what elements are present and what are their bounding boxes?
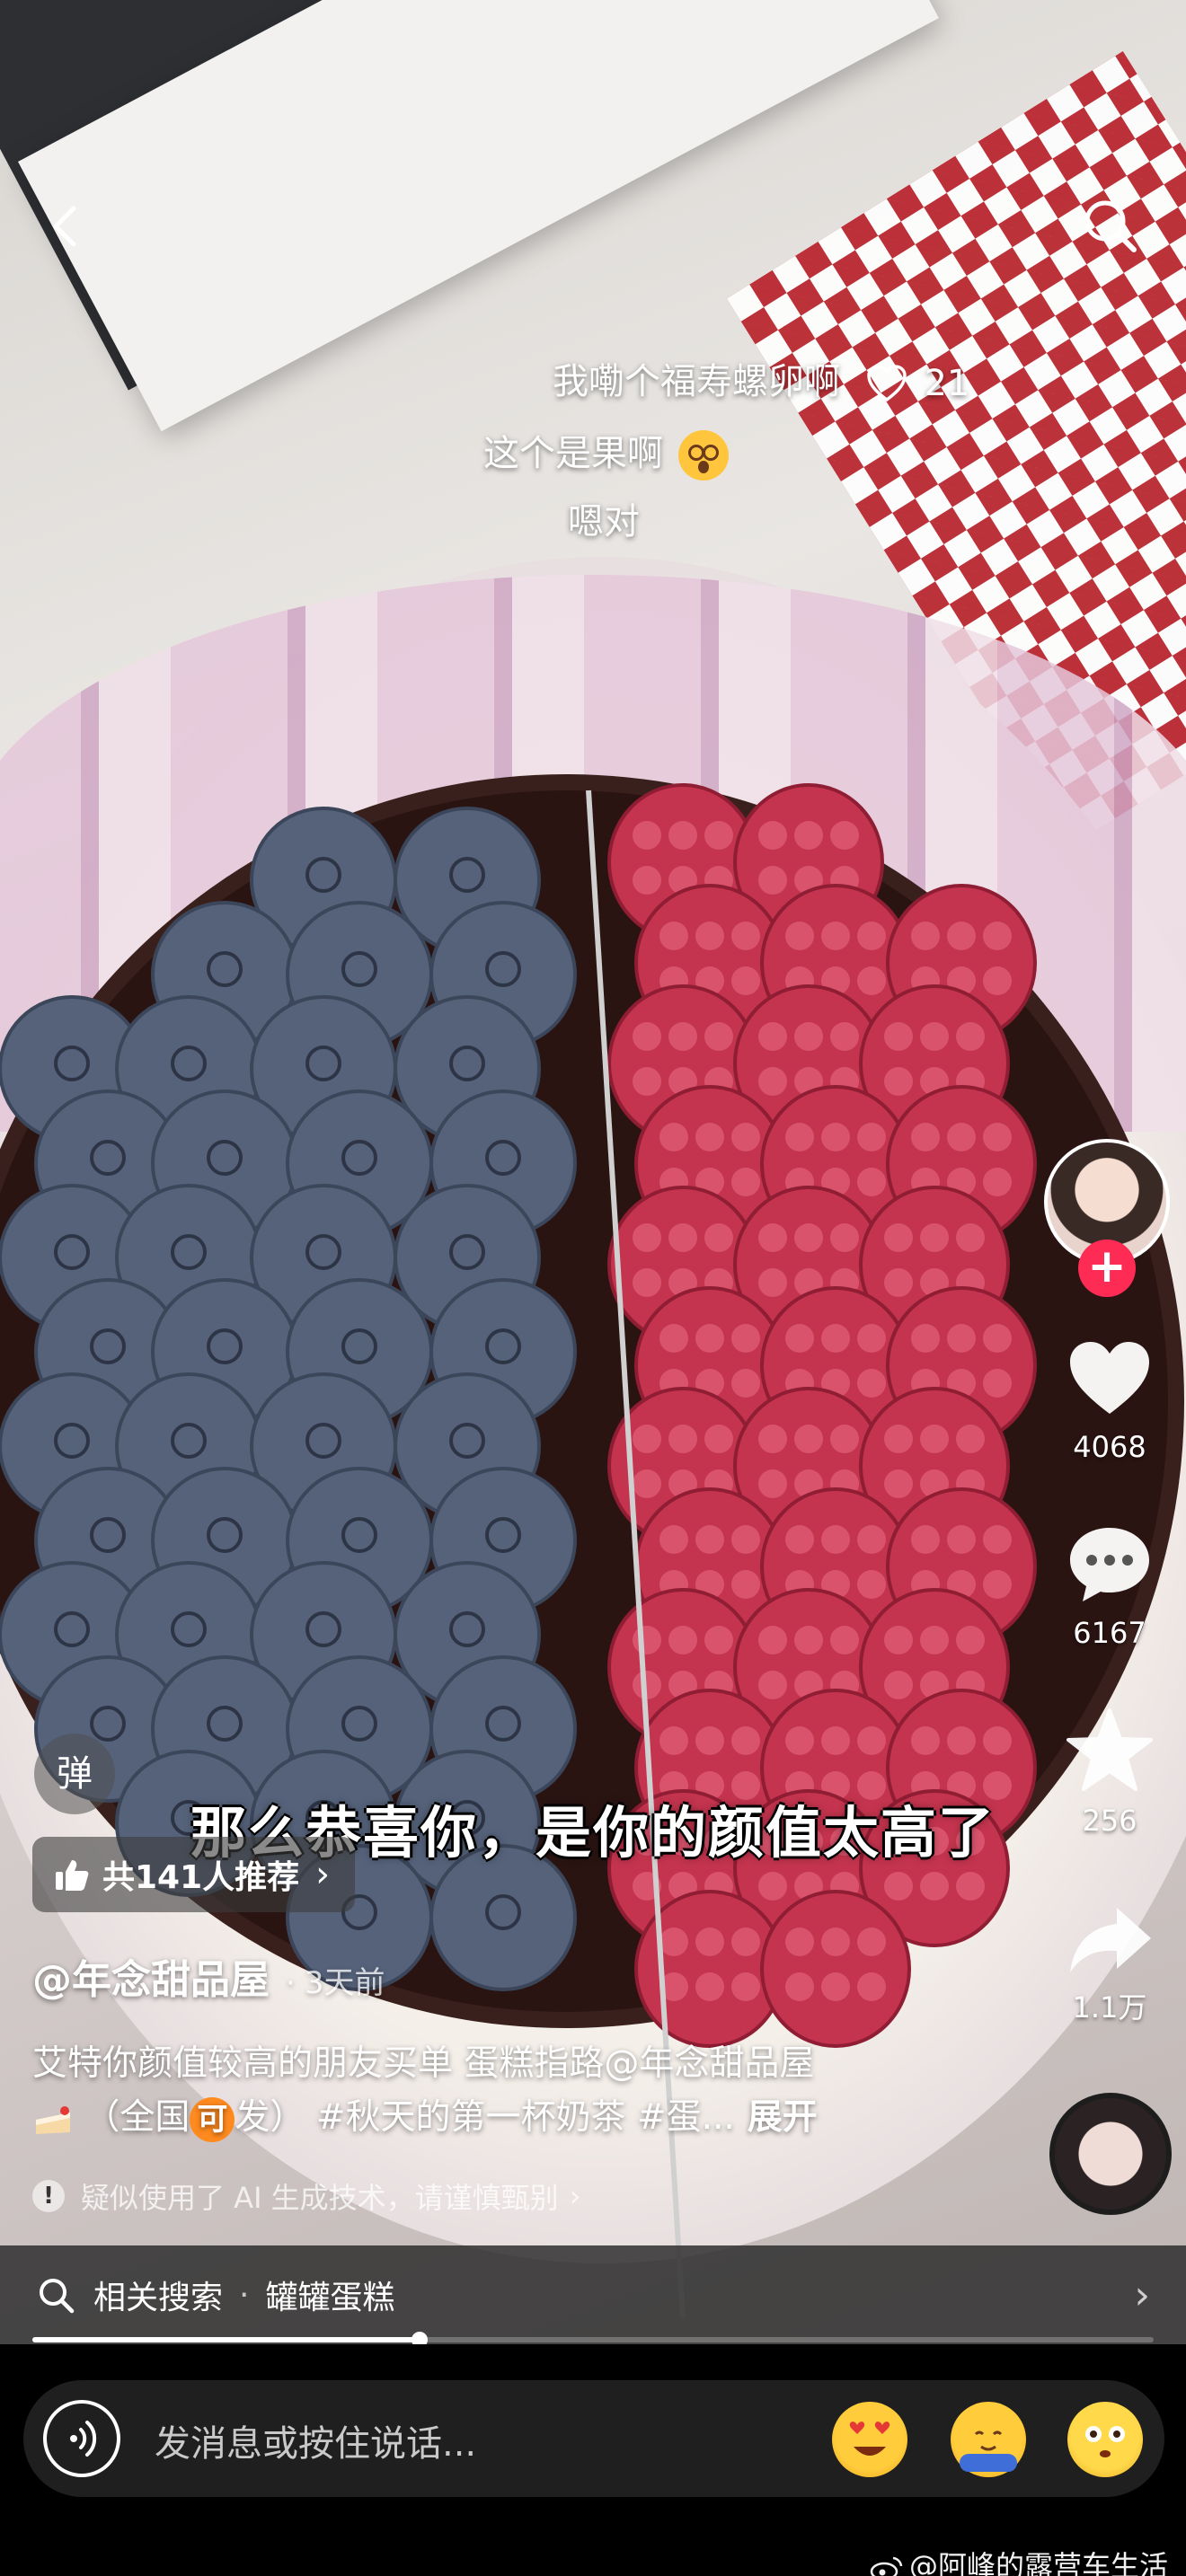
voice-icon: [47, 2404, 117, 2474]
thumb-up-icon: [54, 1857, 90, 1892]
hug-emoji-button[interactable]: [951, 2402, 1026, 2477]
danmaku-comment[interactable]: 我嘞个福寿螺卵啊 21: [553, 352, 969, 404]
related-search-bar[interactable]: 相关搜索 · 罐罐蛋糕 ›: [0, 2245, 1186, 2344]
danmaku-text: 我嘞个福寿螺卵啊: [553, 361, 840, 402]
follow-plus-button[interactable]: +: [1078, 1239, 1136, 1297]
like-button[interactable]: 4068: [1042, 1338, 1177, 1464]
danmaku-comment[interactable]: 嗯对: [568, 492, 640, 544]
info-icon: !: [32, 2180, 65, 2212]
expand-button[interactable]: 展开: [748, 2097, 818, 2138]
heart-eyes-emoji-icon: [832, 2402, 907, 2477]
heart-eyes-emoji-button[interactable]: [832, 2402, 907, 2477]
separator-dot: ·: [286, 1965, 296, 2001]
related-search-query: 罐罐蛋糕: [265, 2272, 394, 2318]
danmaku-comment[interactable]: 这个是果啊: [483, 424, 729, 481]
search-icon: [36, 2275, 75, 2315]
comment-icon: [1065, 1522, 1155, 1605]
chevron-right-icon: ›: [1134, 2272, 1150, 2318]
ke-badge-icon: 可: [190, 2097, 235, 2142]
watermark-text: @阿峰的露营车生活: [909, 2549, 1168, 2576]
bottom-input-area: 发消息或按住说话...: [0, 2344, 1186, 2576]
caption-text-pre: （全国: [84, 2097, 190, 2138]
share-count: 1.1万: [1042, 1985, 1177, 2026]
heart-icon: [1065, 1338, 1155, 1419]
search-icon[interactable]: [1078, 194, 1141, 257]
video-caption[interactable]: 艾特你颜值较高的朋友买单 蛋糕指路@年念甜品屋 （全国可发） #秋天的第一杯奶茶…: [32, 2037, 931, 2145]
chevron-right-icon: ›: [315, 1854, 330, 1895]
post-time: 3天前: [305, 1965, 385, 2001]
input-placeholder: 发消息或按住说话...: [155, 2414, 476, 2466]
message-input[interactable]: 发消息或按住说话...: [23, 2380, 1164, 2497]
related-search-label: 相关搜索: [93, 2272, 223, 2318]
shocked-emoji-icon: [678, 430, 729, 481]
author-line[interactable]: @年念甜品屋 ·3天前: [32, 1947, 385, 2005]
ai-notice-text: 疑似使用了 AI 生成技术，请谨慎甄别: [81, 2175, 559, 2217]
flushed-emoji-button[interactable]: [1067, 2402, 1143, 2477]
share-icon: [1065, 1904, 1155, 1976]
back-icon[interactable]: [40, 199, 93, 253]
recommend-label: 共141人推荐: [102, 1851, 299, 1898]
flushed-emoji-icon: [1067, 2402, 1143, 2477]
voice-button[interactable]: [43, 2400, 120, 2477]
star-icon: [1065, 1707, 1155, 1793]
comment-button[interactable]: 6167: [1042, 1522, 1177, 1650]
separator-dot: ·: [239, 2277, 249, 2314]
weibo-watermark: @阿峰的露营车生活: [870, 2544, 1168, 2576]
music-disc-avatar[interactable]: [1049, 2093, 1172, 2215]
danmaku-like-count: 21: [924, 363, 969, 404]
caption-text-post: 发） #秋天的第一杯奶茶 #蛋...: [235, 2097, 734, 2138]
chevron-right-icon: ›: [570, 2179, 581, 2213]
hug-emoji-icon: [951, 2402, 1026, 2477]
ai-notice[interactable]: ! 疑似使用了 AI 生成技术，请谨慎甄别 ›: [32, 2175, 580, 2217]
recommend-pill[interactable]: 共141人推荐 ›: [32, 1837, 355, 1912]
danmaku-text: 嗯对: [568, 501, 640, 543]
cake-emoji-icon: [32, 2102, 74, 2138]
like-count: 4068: [1042, 1430, 1177, 1464]
danmaku-text: 这个是果啊: [483, 433, 663, 474]
weibo-logo-icon: [870, 2554, 904, 2576]
caption-line-1: 艾特你颜值较高的朋友买单 蛋糕指路@年念甜品屋: [32, 2037, 931, 2091]
heart-outline-icon[interactable]: [866, 365, 907, 402]
progress-fill: [32, 2337, 420, 2342]
comment-count: 6167: [1042, 1616, 1177, 1650]
author-handle[interactable]: @年念甜品屋: [32, 1957, 270, 2003]
caption-line-2: （全国可发） #秋天的第一杯奶茶 #蛋... 展开: [32, 2091, 931, 2145]
video-progress-bar[interactable]: [32, 2337, 1154, 2342]
share-button[interactable]: 1.1万: [1042, 1904, 1177, 2026]
